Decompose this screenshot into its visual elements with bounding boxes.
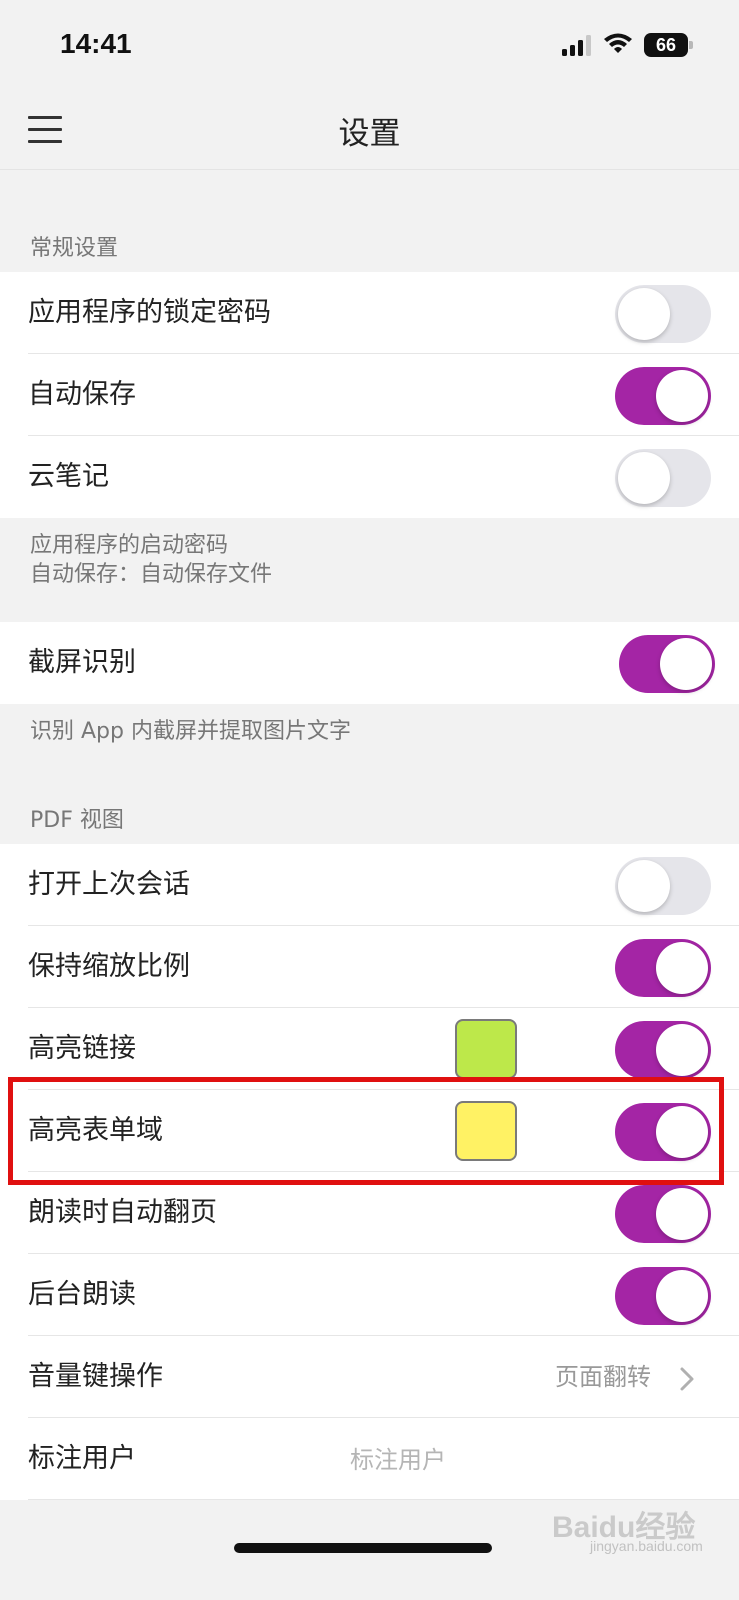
screenshot-group: 截屏识别 [0, 622, 739, 704]
setting-row-auto-save: 自动保存 [0, 354, 739, 436]
signal-icon [562, 34, 594, 56]
setting-label: 云笔记 [28, 461, 109, 492]
toggle-knob [656, 1024, 708, 1076]
battery-icon: 66 [644, 33, 688, 57]
toggle-knob [618, 452, 670, 504]
volume-key-value: 页面翻转 [555, 1363, 651, 1391]
highlight-annotation-frame [8, 1077, 724, 1185]
lock-password-toggle[interactable] [615, 285, 711, 343]
setting-row-annotation-user: 标注用户 [0, 1418, 739, 1500]
setting-row-open-last-session: 打开上次会话 [0, 844, 739, 926]
setting-row-cloud-notes: 云笔记 [0, 436, 739, 518]
general-settings-group: 应用程序的锁定密码 自动保存 云笔记 [0, 272, 739, 518]
page-title: 设置 [338, 116, 401, 152]
toggle-knob [656, 942, 708, 994]
general-footer: 应用程序的启动密码 自动保存：自动保存文件 [30, 531, 272, 589]
toggle-knob [656, 370, 708, 422]
cloud-notes-toggle[interactable] [615, 449, 711, 507]
divider [28, 1499, 739, 1500]
toggle-knob [656, 1188, 708, 1240]
screenshot-footer: 识别 App 内截屏并提取图片文字 [30, 719, 351, 744]
toggle-knob [618, 860, 670, 912]
setting-label: 后台朗读 [28, 1279, 136, 1310]
nav-bar: 设置 [0, 88, 739, 170]
setting-label: 应用程序的锁定密码 [28, 297, 271, 328]
wifi-icon [604, 33, 632, 53]
toggle-knob [618, 288, 670, 340]
status-bar: 14:41 66 [0, 0, 739, 88]
setting-row-screenshot-recognition: 截屏识别 [0, 622, 739, 704]
watermark-url: jingyan.baidu.com [590, 1538, 703, 1554]
footer-line: 自动保存：自动保存文件 [30, 562, 273, 587]
setting-label: 截屏识别 [28, 647, 136, 678]
open-last-session-toggle[interactable] [615, 857, 711, 915]
keep-zoom-toggle[interactable] [615, 939, 711, 997]
setting-row-volume-key[interactable]: 音量键操作 页面翻转 [0, 1336, 739, 1418]
auto-page-turn-toggle[interactable] [615, 1185, 711, 1243]
footer-line: 应用程序的启动密码 [30, 533, 229, 558]
auto-save-toggle[interactable] [615, 367, 711, 425]
status-time: 14:41 [60, 28, 132, 59]
battery-tip [689, 41, 693, 49]
chevron-right-icon [680, 1367, 694, 1391]
section-header-general: 常规设置 [30, 236, 119, 261]
home-indicator[interactable] [234, 1543, 492, 1553]
section-header-pdf: PDF 视图 [30, 808, 124, 833]
background-reading-toggle[interactable] [615, 1267, 711, 1325]
setting-row-keep-zoom: 保持缩放比例 [0, 926, 739, 1008]
setting-row-lock-password: 应用程序的锁定密码 [0, 272, 739, 354]
setting-label: 打开上次会话 [28, 869, 190, 900]
screenshot-recognition-toggle[interactable] [619, 635, 715, 693]
highlight-links-toggle[interactable] [615, 1021, 711, 1079]
toggle-knob [660, 638, 712, 690]
setting-label: 标注用户 [28, 1443, 136, 1474]
setting-row-background-reading: 后台朗读 [0, 1254, 739, 1336]
setting-label: 保持缩放比例 [28, 951, 190, 982]
toggle-knob [656, 1270, 708, 1322]
setting-label: 音量键操作 [28, 1361, 163, 1392]
annotation-user-input[interactable] [350, 1442, 650, 1478]
highlight-links-color-swatch[interactable] [455, 1019, 517, 1079]
setting-label: 自动保存 [28, 379, 136, 410]
